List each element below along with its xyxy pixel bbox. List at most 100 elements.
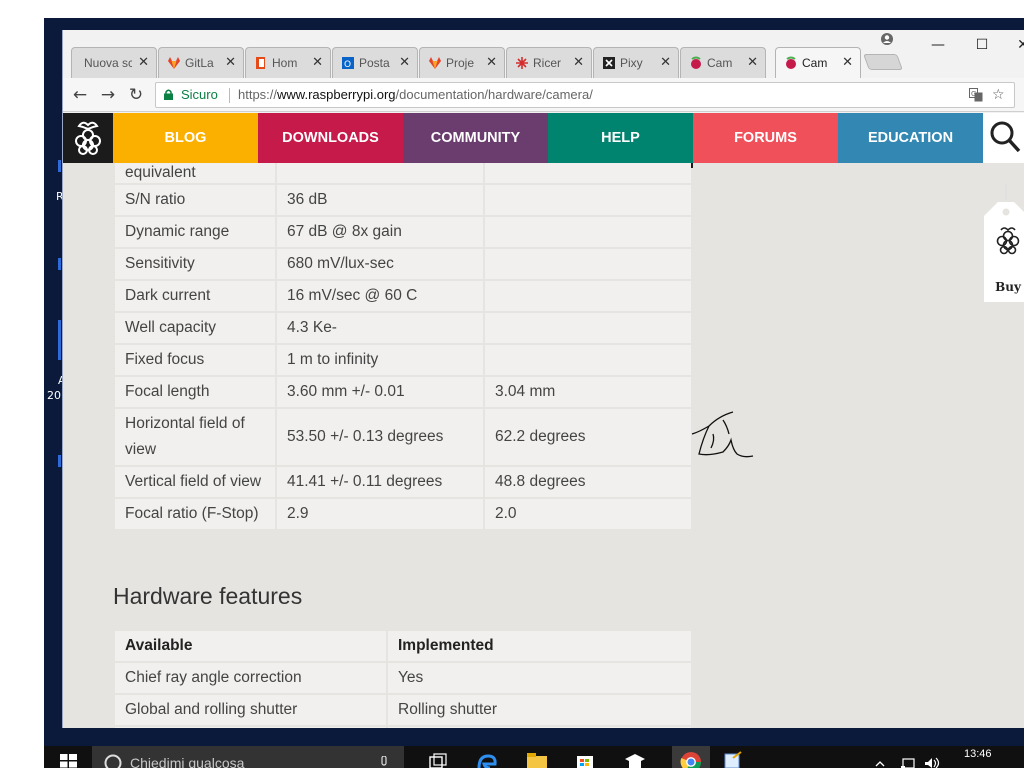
nav-blog[interactable]: BLOG bbox=[113, 113, 258, 163]
tab-title: Pixy bbox=[620, 56, 643, 70]
minimize-button[interactable]: — bbox=[918, 34, 958, 56]
taskbar-search-box[interactable]: Chiedimi qualcosa bbox=[92, 746, 404, 768]
tab-title: Hom bbox=[272, 56, 298, 70]
tab[interactable]: Proje ✕ bbox=[419, 47, 505, 78]
tab-active[interactable]: Cam ✕ bbox=[775, 47, 861, 78]
feature-row: Automatic exposure control (AEC)No - don… bbox=[115, 727, 691, 728]
chrome-taskbar-icon[interactable] bbox=[672, 746, 710, 768]
raspberry-pi-logo-icon[interactable] bbox=[63, 113, 113, 163]
tab-close-icon[interactable]: ✕ bbox=[486, 54, 497, 70]
spec-row: Sensitivity 680 mV/lux-sec bbox=[115, 249, 691, 279]
store-icon[interactable] bbox=[574, 750, 596, 768]
bookmark-star-icon[interactable]: ☆ bbox=[992, 83, 1005, 107]
spec-value: 680 mV/lux-sec bbox=[277, 249, 483, 279]
feature-implemented: Yes bbox=[388, 663, 691, 693]
task-view-icon[interactable] bbox=[426, 750, 448, 768]
spec-value bbox=[485, 249, 691, 279]
spec-value: 62.2 degrees bbox=[485, 409, 691, 465]
feature-available: Chief ray angle correction bbox=[115, 663, 386, 693]
spec-label: S/N ratio bbox=[115, 185, 275, 215]
svg-text:O: O bbox=[344, 60, 351, 70]
tab[interactable]: Cam ✕ bbox=[680, 47, 766, 78]
notepad-icon[interactable] bbox=[722, 750, 744, 768]
desktop-icon-fragment bbox=[58, 320, 61, 360]
new-tab-button[interactable] bbox=[863, 54, 903, 70]
microphone-icon[interactable] bbox=[380, 756, 388, 768]
tab-close-icon[interactable]: ✕ bbox=[747, 54, 758, 70]
cortana-icon bbox=[104, 754, 122, 768]
spec-row: Fixed focus 1 m to infinity bbox=[115, 345, 691, 375]
url-text[interactable]: https://www.raspberrypi.org/documentatio… bbox=[238, 83, 593, 107]
spec-label: Dynamic range bbox=[115, 217, 275, 247]
spec-value bbox=[485, 313, 691, 343]
spec-value: 2.9 bbox=[277, 499, 483, 529]
tab-close-icon[interactable]: ✕ bbox=[225, 54, 236, 70]
spec-value: 2.0 bbox=[485, 499, 691, 529]
back-button[interactable]: ← bbox=[69, 84, 91, 106]
tab-title: Nuova sc bbox=[84, 56, 132, 70]
address-bar[interactable]: Sicuro https://www.raspberrypi.org/docum… bbox=[155, 82, 1015, 108]
column-header-available: Available bbox=[115, 631, 386, 661]
spec-row: Dark current 16 mV/sec @ 60 C bbox=[115, 281, 691, 311]
spec-value bbox=[485, 345, 691, 375]
url-path: /documentation/hardware/camera/ bbox=[395, 87, 593, 102]
tab-close-icon[interactable]: ✕ bbox=[138, 54, 149, 70]
tab-title: GitLa bbox=[185, 56, 214, 70]
url-host: www.raspberrypi.org bbox=[277, 87, 396, 102]
desktop-icon-fragment bbox=[58, 455, 61, 467]
spec-value: 67 dB @ 8x gain bbox=[277, 217, 483, 247]
desktop-icon-fragment bbox=[58, 160, 61, 172]
spec-label: Horizontal field of view bbox=[115, 409, 275, 465]
taskbar-clock[interactable]: 13:46 bbox=[964, 748, 992, 760]
spec-value: 1 m to infinity bbox=[277, 345, 483, 375]
tab[interactable]: Nuova sc ✕ bbox=[71, 47, 157, 78]
camera-spec-table: equivalent S/N ratio 36 dB Dynamic range 67 … bbox=[113, 157, 693, 531]
nav-education[interactable]: EDUCATION bbox=[838, 113, 983, 163]
reload-button[interactable]: ↻ bbox=[125, 84, 147, 106]
svg-text:G: G bbox=[971, 90, 976, 98]
tab-title: Cam bbox=[707, 56, 733, 70]
edge-icon[interactable] bbox=[476, 750, 498, 768]
tab-close-icon[interactable]: ✕ bbox=[842, 54, 853, 70]
page-viewport: BLOG DOWNLOADS COMMUNITY HELP FORUMS EDU… bbox=[63, 113, 1024, 728]
network-icon[interactable] bbox=[900, 750, 922, 768]
gitlab-icon bbox=[167, 56, 181, 70]
show-hidden-icons-icon[interactable] bbox=[874, 750, 886, 768]
tab[interactable]: Pixy ✕ bbox=[593, 47, 679, 78]
nav-forums[interactable]: FORUMS bbox=[693, 113, 838, 163]
spec-row: Horizontal field of view 53.50 +/- 0.13 d… bbox=[115, 409, 691, 465]
hardware-features-heading: Hardware features bbox=[113, 583, 303, 609]
tab-close-icon[interactable]: ✕ bbox=[660, 54, 671, 70]
maximize-button[interactable]: ☐ bbox=[962, 34, 1002, 56]
file-explorer-icon[interactable] bbox=[526, 750, 548, 768]
graduation-cap-icon[interactable] bbox=[624, 750, 646, 768]
nav-community[interactable]: COMMUNITY bbox=[403, 113, 548, 163]
spec-row: Focal ratio (F-Stop) 2.9 2.0 bbox=[115, 499, 691, 529]
nav-help[interactable]: HELP bbox=[548, 113, 693, 163]
tab[interactable]: O Posta ✕ bbox=[332, 47, 418, 78]
tab[interactable]: GitLa ✕ bbox=[158, 47, 244, 78]
spec-value: 16 mV/sec @ 60 C bbox=[277, 281, 483, 311]
close-window-button[interactable]: ✕ bbox=[1003, 34, 1024, 56]
spec-value bbox=[485, 281, 691, 311]
search-icon[interactable] bbox=[983, 113, 1024, 163]
tab-close-icon[interactable]: ✕ bbox=[399, 54, 410, 70]
spec-value: 4.3 Ke- bbox=[277, 313, 483, 343]
spec-label: Focal length bbox=[115, 377, 275, 407]
hardware-features-table: Available Implemented Chief ray angle co… bbox=[113, 629, 693, 728]
forward-button[interactable]: → bbox=[97, 84, 119, 106]
translate-icon[interactable]: G bbox=[969, 83, 983, 110]
tab[interactable]: Hom ✕ bbox=[245, 47, 331, 78]
feature-row: Global and rolling shutter Rolling shutte… bbox=[115, 695, 691, 725]
tab[interactable]: Ricer ✕ bbox=[506, 47, 592, 78]
nav-downloads[interactable]: DOWNLOADS bbox=[258, 113, 403, 163]
profile-icon[interactable] bbox=[867, 30, 907, 50]
tab-close-icon[interactable]: ✕ bbox=[573, 54, 584, 70]
buy-label: Buy bbox=[995, 280, 1021, 294]
spec-value: 3.04 mm bbox=[485, 377, 691, 407]
tab-title: Ricer bbox=[533, 56, 562, 70]
buy-button[interactable]: Buy bbox=[984, 184, 1024, 302]
volume-icon[interactable] bbox=[922, 750, 944, 768]
windows-start-icon[interactable] bbox=[60, 750, 82, 768]
tab-close-icon[interactable]: ✕ bbox=[312, 54, 323, 70]
